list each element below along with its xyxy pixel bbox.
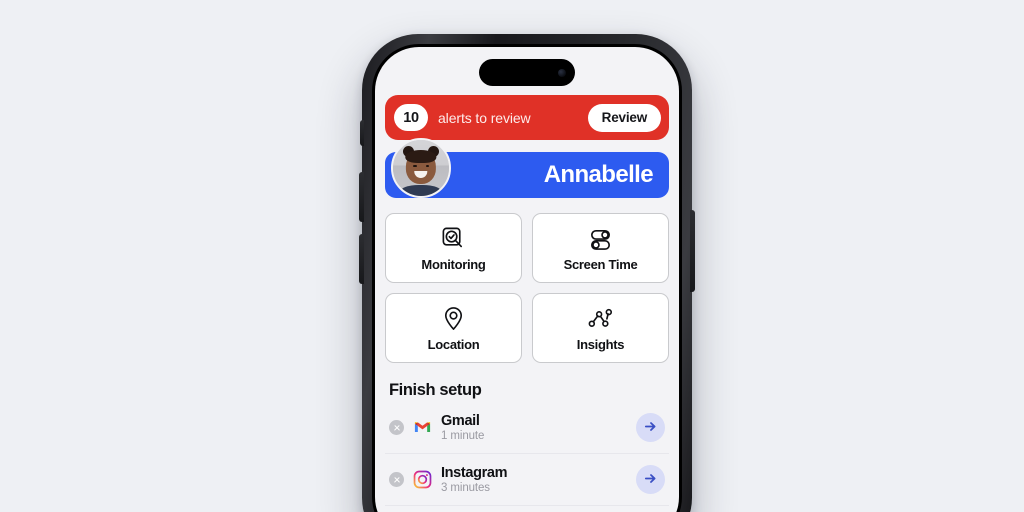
phone-screen: 10 alerts to review Review Annabelle Mon…	[375, 47, 679, 512]
screenshot-canvas: 10 alerts to review Review Annabelle Mon…	[0, 0, 1024, 512]
setup-row-text: Gmail 1 minute	[441, 413, 627, 442]
avatar-photo	[393, 140, 449, 196]
feature-label-monitoring: Monitoring	[421, 256, 486, 272]
setup-app-duration: 1 minute	[441, 430, 485, 442]
feature-label-screen-time: Screen Time	[563, 256, 638, 272]
setup-row-text: Instagram 3 minutes	[441, 465, 627, 494]
profile-name: Annabelle	[543, 161, 654, 188]
iphone-device-frame: 10 alerts to review Review Annabelle Mon…	[359, 34, 695, 512]
volume-up-button[interactable]	[359, 172, 364, 222]
toggles-icon	[587, 225, 614, 252]
avatar[interactable]	[391, 138, 451, 198]
arrow-right-icon	[643, 471, 658, 489]
phone-bezel: 10 alerts to review Review Annabelle Mon…	[372, 44, 682, 512]
front-camera-icon	[558, 68, 566, 77]
setup-app-duration: 3 minutes	[441, 482, 490, 494]
feature-card-insights[interactable]: Insights	[532, 293, 669, 363]
action-button[interactable]	[360, 120, 364, 146]
power-button[interactable]	[690, 210, 695, 292]
setup-row-instagram[interactable]: Instagram 3 minutes	[385, 454, 669, 506]
dismiss-icon[interactable]	[389, 420, 404, 435]
gmail-icon	[413, 418, 432, 437]
magnifier-check-icon	[440, 225, 467, 252]
alerts-count-badge: 10	[394, 104, 428, 131]
map-pin-icon	[440, 305, 467, 332]
feature-grid: Monitoring Screen Time Location Insights	[385, 213, 669, 363]
review-button[interactable]: Review	[587, 103, 661, 132]
trend-nodes-icon	[587, 305, 614, 332]
setup-app-name: Gmail	[441, 413, 480, 429]
setup-app-name: Instagram	[441, 465, 508, 481]
setup-go-button[interactable]	[636, 413, 665, 442]
feature-card-screen-time[interactable]: Screen Time	[532, 213, 669, 283]
alerts-banner-label: alerts to review	[438, 109, 531, 126]
dismiss-icon[interactable]	[389, 472, 404, 487]
arrow-right-icon	[643, 419, 658, 437]
instagram-icon	[413, 470, 432, 489]
volume-down-button[interactable]	[359, 234, 364, 284]
finish-setup-title: Finish setup	[389, 381, 482, 399]
profile-header[interactable]: Annabelle	[385, 138, 669, 198]
feature-card-monitoring[interactable]: Monitoring	[385, 213, 522, 283]
feature-label-insights: Insights	[576, 336, 625, 352]
alerts-banner: 10 alerts to review Review	[385, 95, 669, 140]
setup-row-gmail[interactable]: Gmail 1 minute	[385, 402, 669, 454]
dynamic-island	[479, 59, 575, 86]
setup-go-button[interactable]	[636, 465, 665, 494]
feature-label-location: Location	[427, 336, 480, 352]
feature-card-location[interactable]: Location	[385, 293, 522, 363]
app-content: 10 alerts to review Review Annabelle Mon…	[375, 47, 679, 512]
